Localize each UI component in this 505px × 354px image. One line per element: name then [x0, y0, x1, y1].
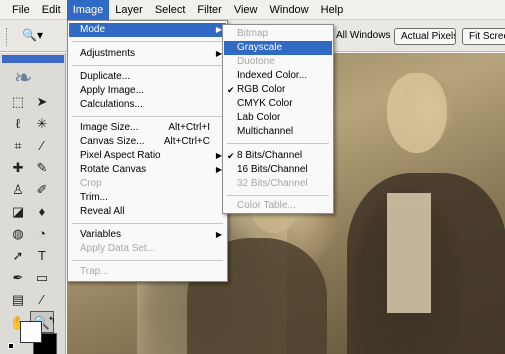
mode-submenu: Bitmap Grayscale Duotone Indexed Color..…	[222, 24, 334, 214]
actual-pixels-button[interactable]: Actual Pixels	[394, 28, 456, 45]
menu-view[interactable]: View	[228, 0, 264, 20]
menu-item-trap[interactable]: Trap...	[69, 265, 226, 279]
menu-separator	[72, 116, 223, 117]
mode-item-lab-color[interactable]: Lab Color	[224, 111, 332, 125]
eyedropper-tool-icon[interactable]: ⁄	[30, 289, 54, 311]
type-tool-icon[interactable]: T	[30, 245, 54, 267]
menu-filter[interactable]: Filter	[191, 0, 227, 20]
menu-item-mode[interactable]: Mode ▶	[69, 23, 226, 37]
menu-window[interactable]: Window	[264, 0, 315, 20]
healing-brush-tool-icon[interactable]: ✚	[6, 157, 30, 179]
blur-tool-icon[interactable]: ◍	[6, 223, 30, 245]
menu-edit[interactable]: Edit	[36, 0, 67, 20]
menu-item-variables[interactable]: Variables ▶	[69, 228, 226, 242]
mode-item-cmyk-color[interactable]: CMYK Color	[224, 97, 332, 111]
marquee-tool-icon[interactable]: ⬚	[6, 91, 30, 113]
move-tool-icon[interactable]: ➤	[30, 91, 54, 113]
menu-item-label: Variables	[80, 229, 121, 240]
submenu-arrow-icon: ▶	[215, 230, 222, 239]
checkmark-icon: ✔	[227, 151, 235, 161]
dodge-tool-icon[interactable]: ◔	[30, 223, 54, 245]
options-bar-grip[interactable]	[6, 28, 9, 46]
menu-layer[interactable]: Layer	[109, 0, 149, 20]
mode-item-indexed-color[interactable]: Indexed Color...	[224, 69, 332, 83]
all-windows-label: All Windows	[336, 30, 391, 41]
mode-item-rgb-color[interactable]: ✔ RGB Color	[224, 83, 332, 97]
menu-item-image-size[interactable]: Image Size... Alt+Ctrl+I	[69, 121, 226, 135]
feather-logo-icon[interactable]: ❧	[14, 65, 50, 90]
menu-separator	[72, 41, 223, 42]
clone-stamp-tool-icon[interactable]: ♙	[6, 179, 30, 201]
mode-item-color-table[interactable]: Color Table...	[224, 199, 332, 213]
menu-select[interactable]: Select	[149, 0, 192, 20]
menu-item-apply-data-set[interactable]: Apply Data Set...	[69, 242, 226, 256]
menu-image[interactable]: Image	[66, 0, 110, 20]
tool-grid: ⬚ ➤ ℓ ✳ ⌗ ⁄ ✚ ✎ ♙ ✐ ◪ ♦ ◍ ◔ ➚ T ✒ ▭ ▤ ⁄ ✋ 🔍	[6, 91, 62, 334]
slice-tool-icon[interactable]: ⁄	[30, 135, 54, 157]
menu-file[interactable]: File	[6, 0, 36, 20]
path-selection-tool-icon[interactable]: ➚	[6, 245, 30, 267]
notes-tool-icon[interactable]: ▤	[6, 289, 30, 311]
mode-item-16-bits[interactable]: 16 Bits/Channel	[224, 163, 332, 177]
toolbox-title-bar[interactable]	[2, 55, 64, 63]
mode-item-label: 8 Bits/Channel	[237, 150, 303, 161]
menu-item-rotate-canvas[interactable]: Rotate Canvas ▶	[69, 163, 226, 177]
mode-item-32-bits[interactable]: 32 Bits/Channel	[224, 177, 332, 191]
menu-item-duplicate[interactable]: Duplicate...	[69, 70, 226, 84]
foreground-color-swatch[interactable]	[20, 321, 42, 343]
menu-separator	[227, 195, 329, 196]
lasso-tool-icon[interactable]: ℓ	[6, 113, 30, 135]
history-brush-tool-icon[interactable]: ✐	[30, 179, 54, 201]
mode-item-multichannel[interactable]: Multichannel	[224, 125, 332, 139]
menu-help[interactable]: Help	[315, 0, 350, 20]
mode-item-bitmap[interactable]: Bitmap	[224, 27, 332, 41]
menu-item-calculations[interactable]: Calculations...	[69, 98, 226, 112]
brush-tool-icon[interactable]: ✎	[30, 157, 54, 179]
mode-item-grayscale[interactable]: Grayscale	[224, 41, 332, 55]
menu-item-reveal-all[interactable]: Reveal All	[69, 205, 226, 219]
eraser-tool-icon[interactable]: ◪	[6, 201, 30, 223]
default-colors-icon[interactable]	[8, 343, 14, 349]
fit-screen-button[interactable]: Fit Scree	[462, 28, 505, 45]
mode-item-8-bits[interactable]: ✔ 8 Bits/Channel	[224, 149, 332, 163]
menu-item-label: Adjustments	[80, 48, 136, 59]
photo-face-right	[387, 73, 447, 153]
menu-item-label: Image Size...	[80, 122, 139, 133]
menu-separator	[72, 260, 223, 261]
toolbox: ❧ ⬚ ➤ ℓ ✳ ⌗ ⁄ ✚ ✎ ♙ ✐ ◪ ♦ ◍ ◔ ➚ T ✒ ▭ ▤ ⁄ ✋ 🔍 ↰	[0, 53, 66, 354]
menu-item-label: Rotate Canvas	[80, 164, 147, 175]
menu-item-adjustments[interactable]: Adjustments ▶	[69, 47, 226, 61]
paint-bucket-tool-icon[interactable]: ♦	[30, 201, 54, 223]
swap-colors-icon[interactable]: ↰	[48, 315, 56, 326]
shape-tool-icon[interactable]: ▭	[30, 267, 54, 289]
menu-item-label: Mode	[80, 24, 106, 35]
menu-item-apply-image[interactable]: Apply Image...	[69, 84, 226, 98]
menu-item-canvas-size[interactable]: Canvas Size... Alt+Ctrl+C	[69, 135, 226, 149]
photo-shirt	[387, 193, 431, 313]
menu-bar: File Edit Image Layer Select Filter View…	[0, 0, 505, 20]
pen-tool-icon[interactable]: ✒	[6, 267, 30, 289]
menu-item-pixel-aspect-ratio[interactable]: Pixel Aspect Ratio ▶	[69, 149, 226, 163]
checkmark-icon: ✔	[227, 85, 235, 95]
menu-item-crop[interactable]: Crop	[69, 177, 226, 191]
menu-separator	[72, 223, 223, 224]
magic-wand-tool-icon[interactable]: ✳	[30, 113, 54, 135]
menu-item-label: Canvas Size...	[80, 136, 145, 147]
menu-item-label: Pixel Aspect Ratio	[80, 150, 161, 161]
image-menu-dropdown: Mode ▶ Adjustments ▶ Duplicate... Apply Im…	[67, 20, 228, 282]
mode-item-duotone[interactable]: Duotone	[224, 55, 332, 69]
menu-item-shortcut: Alt+Ctrl+C	[163, 136, 210, 147]
menu-item-trim[interactable]: Trim...	[69, 191, 226, 205]
crop-tool-icon[interactable]: ⌗	[6, 135, 30, 157]
zoom-tool-icon[interactable]: 🔍▾	[22, 28, 50, 46]
menu-separator	[227, 143, 329, 144]
menu-item-shortcut: Alt+Ctrl+I	[168, 122, 210, 133]
mode-item-label: RGB Color	[237, 84, 286, 95]
menu-separator	[72, 65, 223, 66]
